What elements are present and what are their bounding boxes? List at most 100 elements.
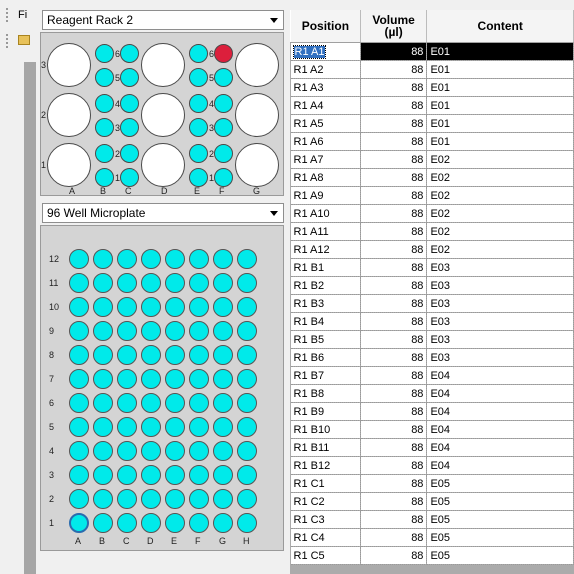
volume-cell[interactable]: 88 [360,96,428,115]
rack-small-tube[interactable] [120,94,139,113]
plate-well[interactable] [165,393,185,413]
table-row[interactable]: R1 A2 88 E01 [290,60,574,79]
table-row[interactable]: R1 B9 88 E04 [290,402,574,421]
rack-selector[interactable]: Reagent Rack 2 [42,10,284,30]
folder-icon[interactable] [18,35,30,45]
volume-cell[interactable]: 88 [360,258,428,277]
rack-large-tube[interactable] [141,43,185,87]
table-row[interactable]: R1 A11 88 E02 [290,222,574,241]
position-cell[interactable]: R1 A6 [290,132,361,151]
volume-cell[interactable]: 88 [360,222,428,241]
plate-well[interactable] [237,441,257,461]
rack-small-tube[interactable] [189,118,208,137]
rack-small-tube[interactable] [95,44,114,63]
volume-cell[interactable]: 88 [360,438,428,457]
volume-cell[interactable]: 88 [360,330,428,349]
position-cell[interactable]: R1 C2 [290,492,361,511]
plate-well[interactable] [93,513,113,533]
volume-cell[interactable]: 88 [360,510,428,529]
volume-cell[interactable]: 88 [360,456,428,475]
plate-well[interactable] [117,369,137,389]
position-cell[interactable]: R1 A8 [290,168,361,187]
content-cell[interactable]: E04 [426,384,574,403]
column-header-content[interactable]: Content [426,10,574,43]
content-cell[interactable]: E02 [426,222,574,241]
plate-well[interactable] [141,297,161,317]
plate-well[interactable] [117,417,137,437]
position-cell[interactable]: R1 A4 [290,96,361,115]
position-cell[interactable]: R1 B2 [290,276,361,295]
plate-well[interactable] [93,489,113,509]
volume-cell[interactable]: 88 [360,492,428,511]
rack-small-tube[interactable] [214,144,233,163]
content-cell[interactable]: E01 [426,96,574,115]
volume-cell[interactable]: 88 [360,150,428,169]
chevron-down-icon[interactable] [270,18,278,23]
rack-large-tube[interactable] [141,143,185,187]
position-cell[interactable]: R1 B7 [290,366,361,385]
plate-well[interactable] [213,369,233,389]
plate-well[interactable] [213,249,233,269]
volume-cell[interactable]: 88 [360,420,428,439]
rack-small-tube[interactable] [95,68,114,87]
plate-well[interactable] [165,249,185,269]
plate-well[interactable] [141,489,161,509]
plate-well[interactable] [165,417,185,437]
plate-well[interactable] [237,417,257,437]
content-cell[interactable]: E03 [426,294,574,313]
plate-well[interactable] [165,513,185,533]
table-row[interactable]: R1 A1 88 E01 [290,42,574,61]
plate-well[interactable] [69,513,89,533]
position-cell[interactable]: R1 B3 [290,294,361,313]
table-row[interactable]: R1 A3 88 E01 [290,78,574,97]
rack-small-tube[interactable] [95,94,114,113]
plate-well[interactable] [237,513,257,533]
rack-large-tube[interactable] [235,93,279,137]
volume-cell[interactable]: 88 [360,528,428,547]
content-cell[interactable]: E03 [426,276,574,295]
rack-small-tube[interactable] [95,168,114,187]
content-cell[interactable]: E04 [426,438,574,457]
table-row[interactable]: R1 A5 88 E01 [290,114,574,133]
content-cell[interactable]: E04 [426,420,574,439]
content-cell[interactable]: E01 [426,132,574,151]
reagent-rack-view[interactable]: 3 6 5 6 5 2 4 3 4 3 1 2 1 2 1 A B C D E F G [40,32,284,196]
plate-well[interactable] [69,465,89,485]
plate-well[interactable] [93,393,113,413]
plate-well[interactable] [189,297,209,317]
plate-well[interactable] [165,345,185,365]
rack-small-tube[interactable] [189,144,208,163]
plate-selector[interactable]: 96 Well Microplate [42,203,284,223]
plate-well[interactable] [213,273,233,293]
rack-small-tube[interactable] [120,144,139,163]
volume-cell[interactable]: 88 [360,312,428,331]
position-cell[interactable]: R1 C5 [290,546,361,565]
table-row[interactable]: R1 B3 88 E03 [290,294,574,313]
content-cell[interactable]: E04 [426,402,574,421]
plate-well[interactable] [93,369,113,389]
table-row[interactable]: R1 B11 88 E04 [290,438,574,457]
volume-cell[interactable]: 88 [360,276,428,295]
content-cell[interactable]: E01 [426,60,574,79]
table-row[interactable]: R1 C2 88 E05 [290,492,574,511]
plate-well[interactable] [237,465,257,485]
plate-well[interactable] [93,321,113,341]
plate-well[interactable] [189,489,209,509]
plate-well[interactable] [69,369,89,389]
plate-well[interactable] [189,441,209,461]
table-row[interactable]: R1 B10 88 E04 [290,420,574,439]
volume-cell[interactable]: 88 [360,186,428,205]
volume-cell[interactable]: 88 [360,204,428,223]
rack-large-tube[interactable] [141,93,185,137]
rack-large-tube[interactable] [235,43,279,87]
table-row[interactable]: R1 A8 88 E02 [290,168,574,187]
position-cell[interactable]: R1 B4 [290,312,361,331]
rack-small-tube[interactable] [189,168,208,187]
position-cell[interactable]: R1 B6 [290,348,361,367]
chevron-down-icon[interactable] [270,211,278,216]
position-cell[interactable]: R1 A12 [290,240,361,259]
plate-well[interactable] [93,417,113,437]
position-cell[interactable]: R1 C4 [290,528,361,547]
content-cell[interactable]: E01 [426,78,574,97]
plate-well[interactable] [141,369,161,389]
